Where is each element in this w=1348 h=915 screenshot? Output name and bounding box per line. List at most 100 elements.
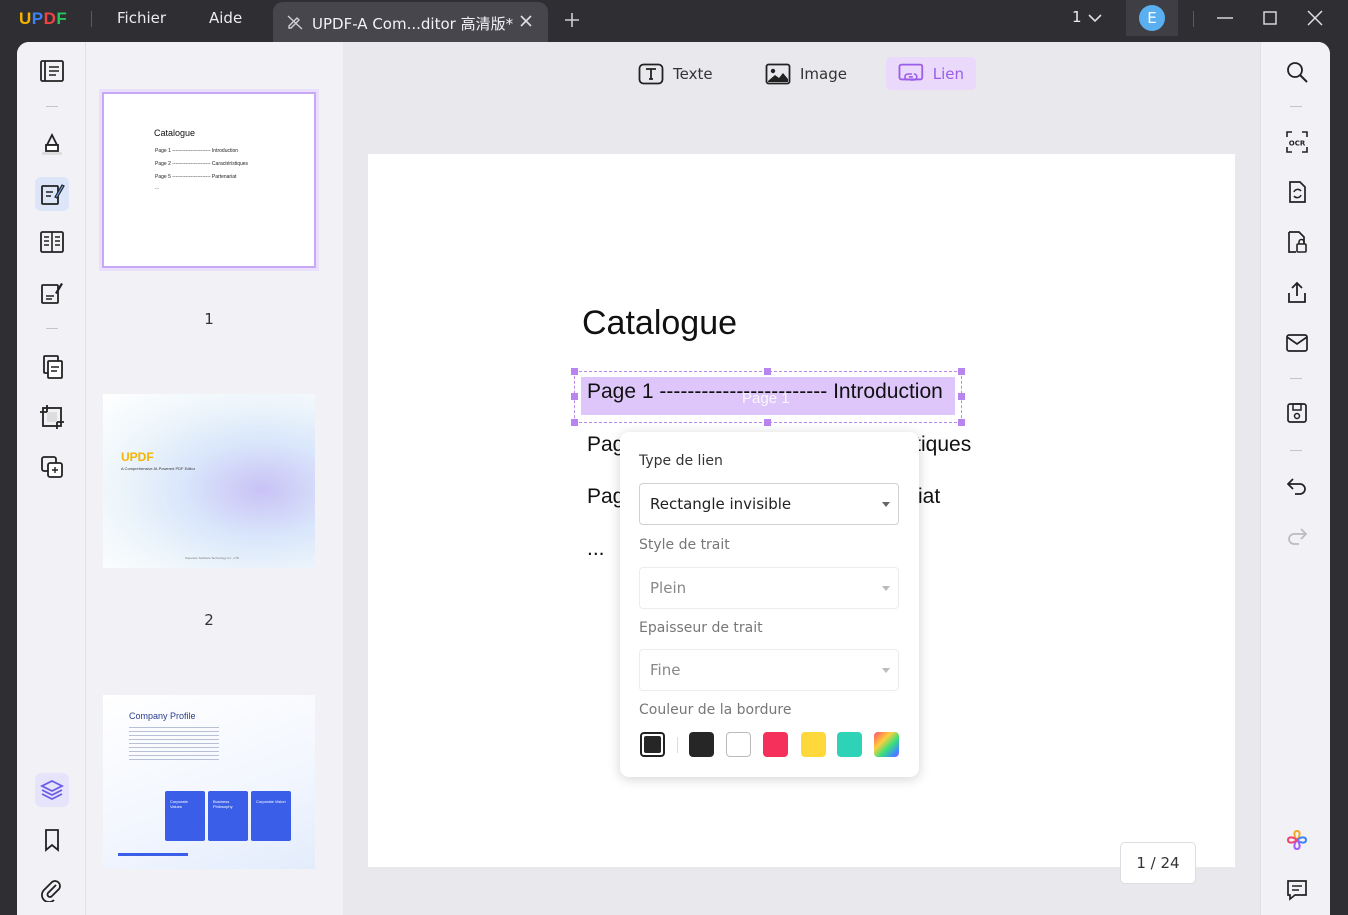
account-area[interactable]: E [1126,0,1178,36]
form-icon[interactable] [35,276,69,310]
color-swatch-yellow[interactable] [801,732,826,757]
text-tool-icon [638,63,664,84]
close-window-icon[interactable] [1306,9,1324,27]
link-tool-icon [898,63,924,81]
share-icon[interactable] [1285,281,1309,305]
main-frame: Catalogue Page 1 -----------------------… [17,42,1330,915]
resize-handle[interactable] [958,393,965,400]
highlighter-icon[interactable] [35,127,69,161]
link-type-select[interactable]: Rectangle invisible [639,483,899,525]
dropdown-caret-icon [882,502,890,507]
resize-handle[interactable] [571,393,578,400]
window-count[interactable]: 1 [1072,8,1082,26]
color-swatch-selected[interactable] [640,732,665,757]
thumb-3-bar [118,853,188,856]
thumb-3-card-label: Business Philosophy [213,799,233,809]
add-image-label: Image [800,64,847,83]
catalogue-line-2-start: Pag [587,433,625,456]
attachment-icon[interactable] [35,873,69,907]
thumb-1-line: Page 2 ----------------------- Caractéri… [155,161,249,167]
rail-divider [1290,450,1302,451]
color-swatch-black[interactable] [689,732,714,757]
logo-letter: F [56,9,68,28]
document-area: Texte Image Lien Catalogue Page 1 ------… [343,42,1260,915]
thumbnail-number: 2 [204,611,214,629]
thumb-3-card: Corporate Vision [251,791,291,841]
resize-handle[interactable] [958,368,965,375]
comment-icon[interactable] [1285,878,1309,902]
stroke-style-label: Style de trait [639,537,730,553]
updf-logo[interactable]: UPDF [19,9,67,29]
stroke-style-select[interactable]: Plein [639,567,899,609]
resize-handle[interactable] [958,419,965,426]
thumb-1-line: Page 1 ----------------------- Introduct… [155,148,239,154]
undo-icon[interactable] [1285,473,1309,497]
add-text-button[interactable]: Texte [626,57,725,90]
add-link-button[interactable]: Lien [886,57,976,90]
chevron-down-icon[interactable] [1087,10,1103,30]
thumbnail-page-2[interactable]: UPDF A Comprehensive AI-Powered PDF Edit… [103,394,315,568]
color-swatch-custom[interactable] [874,732,899,757]
avatar[interactable]: E [1139,5,1165,31]
ocr-icon[interactable]: OCR [1285,130,1309,154]
color-swatch-fill [644,736,661,753]
thumb-1-line: Page 5 ----------------------- Partenari… [155,174,237,180]
link-type-value: Rectangle invisible [650,495,792,513]
mail-icon[interactable] [1285,331,1309,355]
right-tool-rail: OCR [1260,42,1330,915]
stroke-thickness-label: Epaisseur de trait [639,620,763,636]
thumbnail-page-1[interactable]: Catalogue Page 1 -----------------------… [102,92,316,268]
menu-fichier[interactable]: Fichier [117,9,166,27]
link-selection-box[interactable] [574,371,962,423]
document-tab[interactable]: UPDF-A Com...ditor 高清版* [273,2,548,42]
logo-text: UPDF [19,9,67,28]
rail-divider [46,106,58,107]
add-image-button[interactable]: Image [753,57,859,90]
thumbnail-page-3[interactable]: Company Profile Corporate Values Busines… [103,695,315,869]
resize-handle[interactable] [571,368,578,375]
stroke-thickness-value: Fine [650,661,681,679]
stroke-thickness-select[interactable]: Fine [639,649,899,691]
rail-divider [1290,378,1302,379]
new-tab-icon[interactable] [563,11,581,29]
maximize-icon[interactable] [1261,9,1279,27]
close-tab-icon[interactable] [518,13,534,29]
ai-assistant-icon[interactable] [1285,828,1309,852]
swatch-divider [677,737,678,753]
thumb-3-card-label: Corporate Vision [256,799,286,804]
edit-off-icon [286,13,304,35]
color-swatch-white[interactable] [726,732,751,757]
layers-icon[interactable] [35,773,69,807]
minimize-icon[interactable] [1216,9,1234,27]
resize-handle[interactable] [764,419,771,426]
resize-handle[interactable] [764,368,771,375]
edit-pdf-icon[interactable] [35,177,69,211]
save-icon[interactable] [1285,401,1309,425]
border-color-label: Couleur de la bordure [639,702,792,718]
thumbnail-number: 1 [204,310,214,328]
logo-letter: U [19,9,32,28]
protect-icon[interactable] [1285,230,1309,254]
reader-icon[interactable] [35,54,69,88]
organize-pages-icon[interactable] [35,225,69,259]
crop-icon[interactable] [35,400,69,434]
rail-divider [46,328,58,329]
color-swatch-red[interactable] [763,732,788,757]
page-indicator[interactable]: 1 / 24 [1120,842,1196,884]
bookmark-icon[interactable] [35,823,69,857]
left-tool-rail [17,42,86,915]
thumb-1-title: Catalogue [154,128,196,138]
resize-handle[interactable] [571,419,578,426]
color-swatch-teal[interactable] [837,732,862,757]
convert-icon[interactable] [1285,180,1309,204]
dropdown-caret-icon [882,586,890,591]
thumb-3-title: Company Profile [129,711,196,721]
thumb-3-card: Corporate Values [165,791,205,841]
search-icon[interactable] [1285,60,1309,84]
pages-icon[interactable] [35,350,69,384]
rail-divider [1290,106,1302,107]
redo-icon[interactable] [1285,523,1309,547]
svg-text:OCR: OCR [1289,140,1306,148]
menu-aide[interactable]: Aide [209,9,242,27]
compare-icon[interactable] [35,450,69,484]
